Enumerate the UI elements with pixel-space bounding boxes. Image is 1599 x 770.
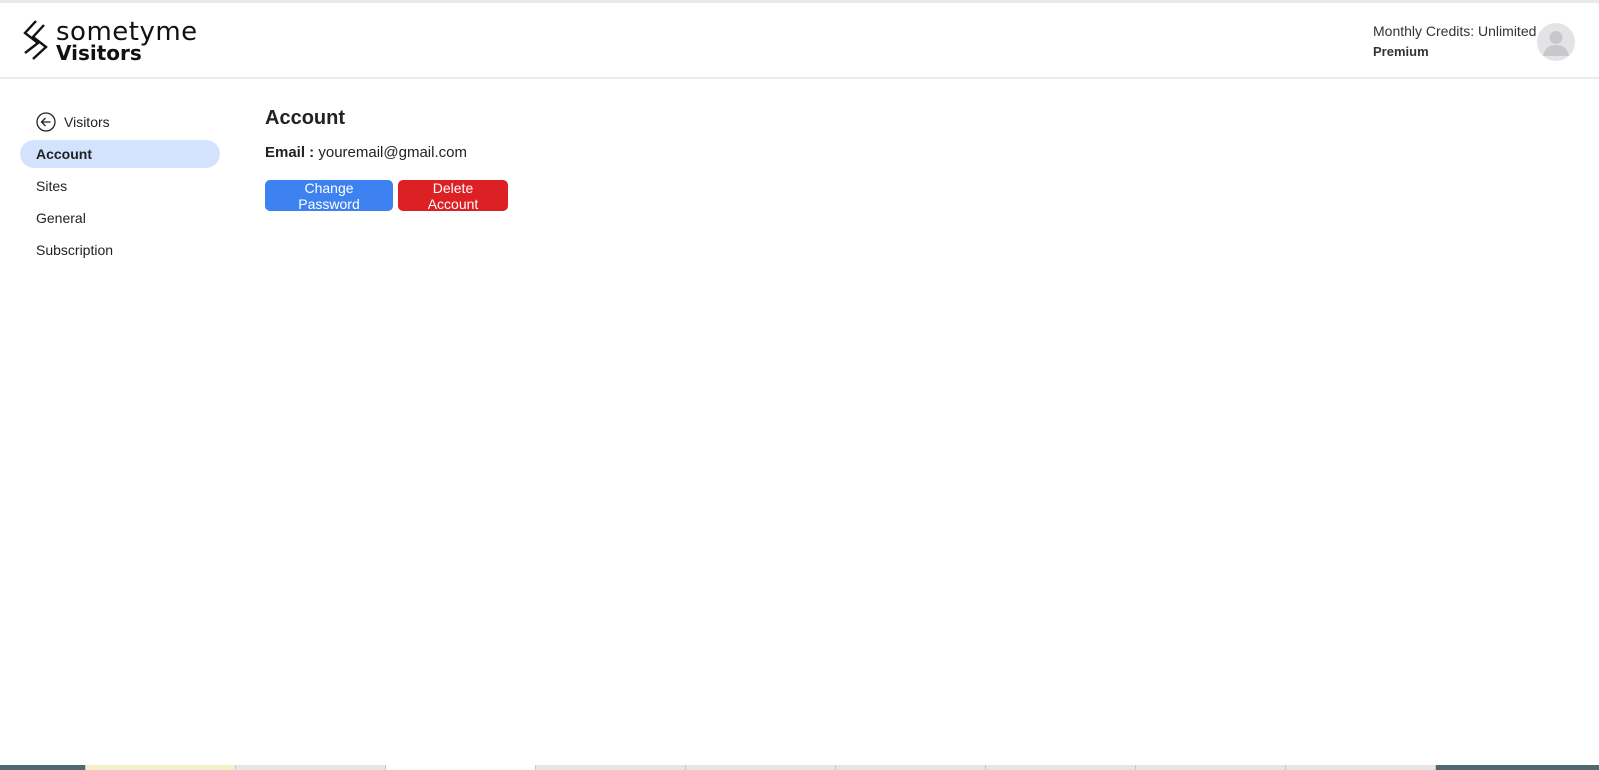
email-value: youremail@gmail.com xyxy=(318,144,467,161)
credits-info: Monthly Credits: Unlimited Premium xyxy=(1373,23,1536,59)
back-to-visitors-link[interactable]: Visitors xyxy=(20,108,220,136)
sidebar-item-general[interactable]: General xyxy=(20,204,220,232)
settings-sidebar: Visitors Account Sites General Subscript… xyxy=(20,108,220,264)
logo-wordmark-bottom: Visitors xyxy=(56,41,142,65)
back-link-label: Visitors xyxy=(64,114,110,130)
sidebar-item-label: Account xyxy=(36,146,92,162)
app-logo[interactable]: sometyme Visitors xyxy=(22,19,198,63)
logo-chevrons-icon xyxy=(23,20,48,60)
sidebar-item-account[interactable]: Account xyxy=(20,140,220,168)
sidebar-item-label: General xyxy=(36,210,86,226)
account-actions: Change Password Delete Account xyxy=(265,180,508,212)
sidebar-item-subscription[interactable]: Subscription xyxy=(20,236,220,264)
email-row: Email : youremail@gmail.com xyxy=(265,144,508,161)
sidebar-item-label: Subscription xyxy=(36,242,114,258)
account-panel: Account Email : youremail@gmail.com Chan… xyxy=(265,107,508,212)
change-password-button[interactable]: Change Password xyxy=(265,180,393,212)
plan-badge: Premium xyxy=(1373,44,1429,59)
sidebar-item-label: Sites xyxy=(36,178,68,194)
delete-account-button[interactable]: Delete Account xyxy=(398,180,508,212)
arrow-left-circle-icon xyxy=(36,112,56,132)
os-taskbar-strip xyxy=(0,765,1599,770)
user-avatar-icon[interactable] xyxy=(1537,23,1575,61)
email-label: Email : xyxy=(265,144,315,161)
sidebar-item-sites[interactable]: Sites xyxy=(20,172,220,200)
app-header: sometyme Visitors Monthly Credits: Unlim… xyxy=(0,3,1599,79)
page-title: Account xyxy=(265,107,345,129)
monthly-credits-text: Monthly Credits: Unlimited xyxy=(1373,23,1537,39)
